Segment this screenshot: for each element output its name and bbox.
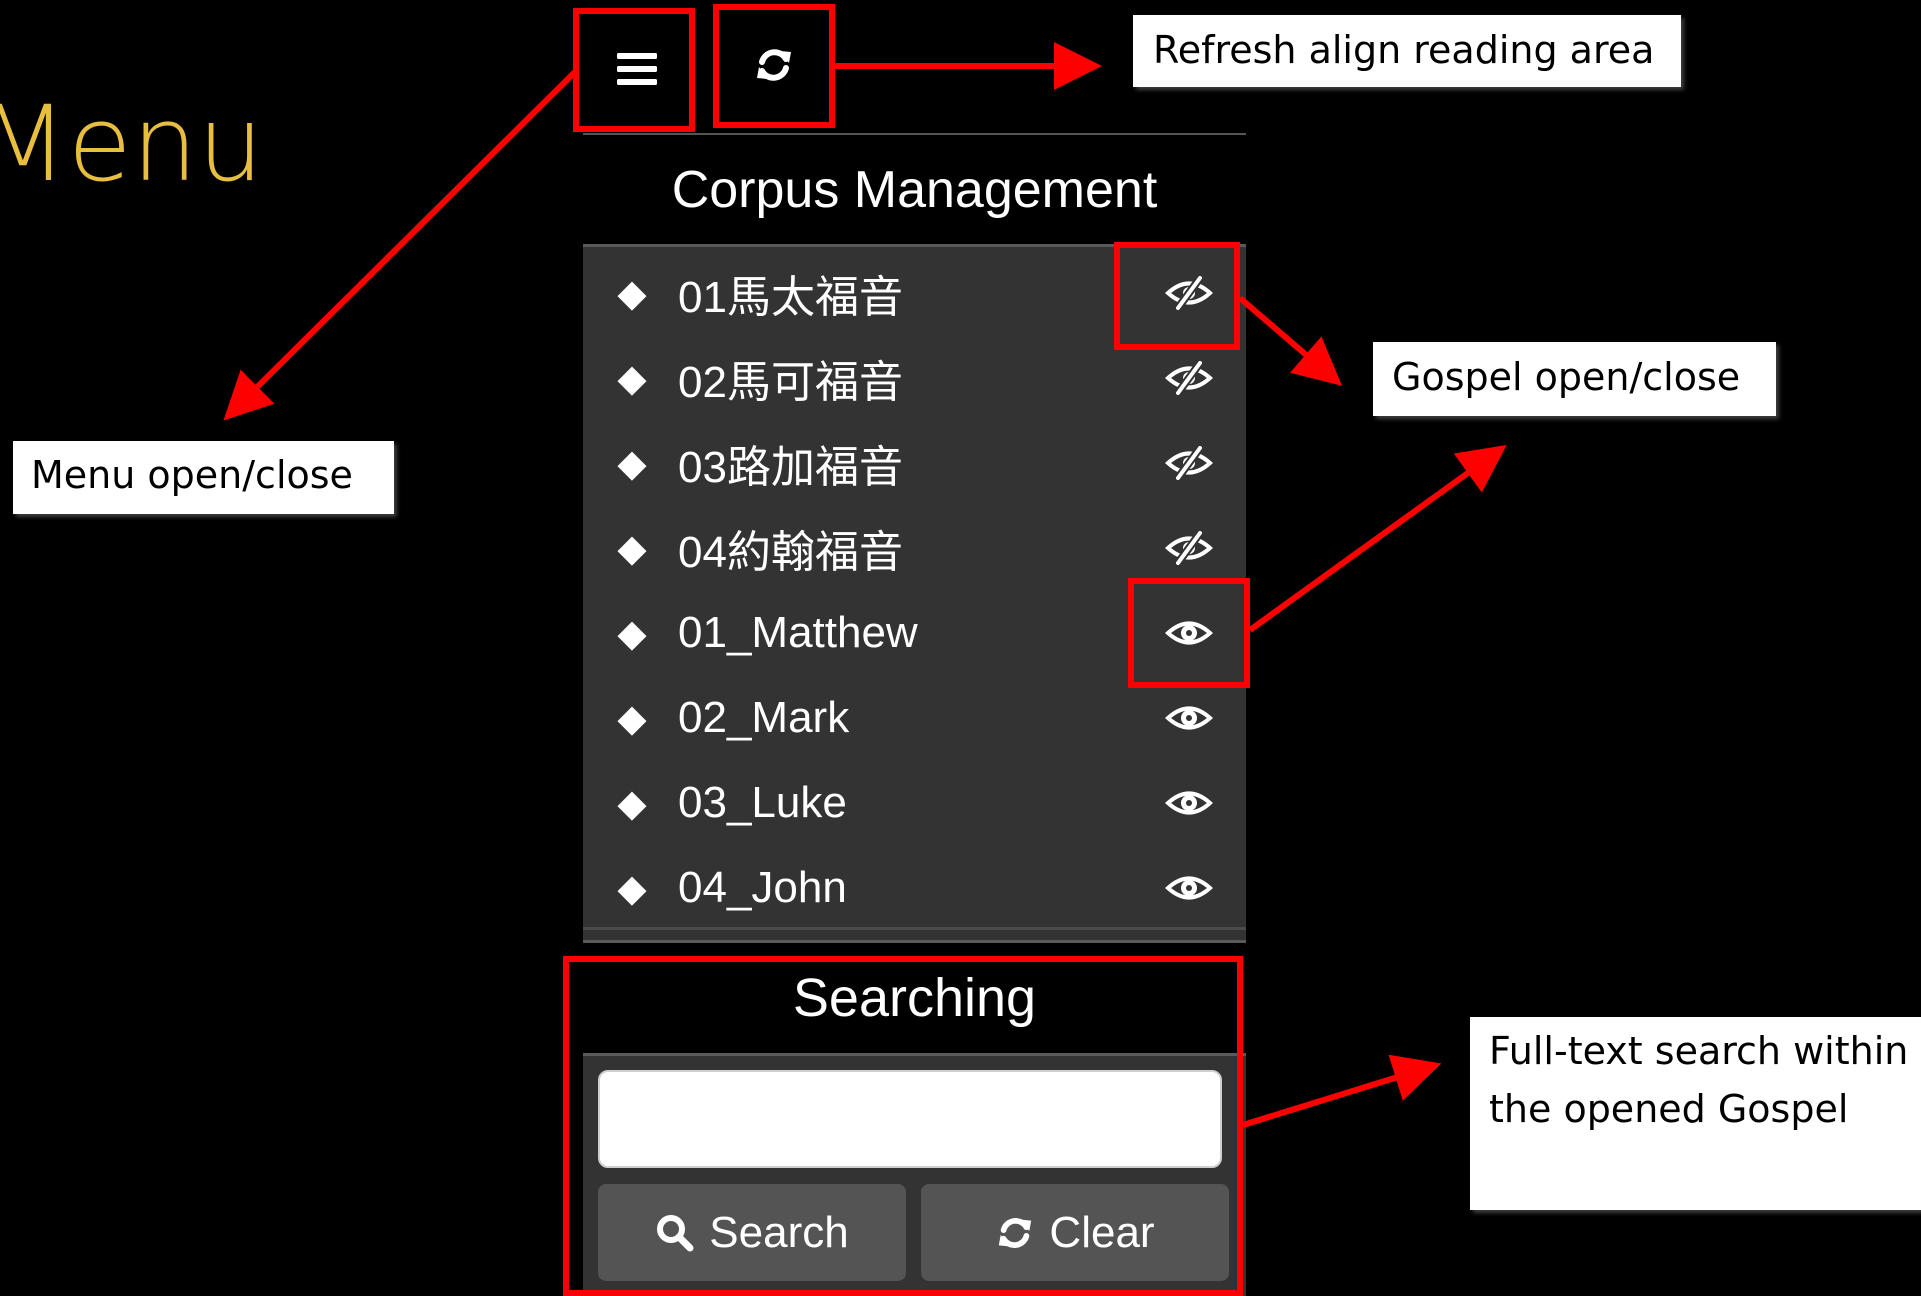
- refresh-callout: Refresh align reading area: [1133, 15, 1681, 87]
- eye-slash-icon[interactable]: [1164, 530, 1214, 565]
- arrow-gospel-2: [1248, 444, 1507, 633]
- corpus-item-label: 04約翰福音: [678, 527, 903, 577]
- diamond-bullet-icon: ◆: [617, 355, 647, 400]
- corpus-item-label: 02馬可福音: [678, 357, 903, 407]
- eye-highlight-box: [1128, 578, 1250, 688]
- diamond-bullet-icon: ◆: [617, 270, 647, 315]
- arrow-fulltext: [1242, 1054, 1442, 1128]
- gospel-toggle-highlight-box: [1114, 242, 1240, 350]
- corpus-item-label: 01_Matthew: [678, 607, 918, 657]
- fulltext-callout: Full-text search within the opened Gospe…: [1470, 1017, 1921, 1210]
- eye-slash-icon[interactable]: [1164, 445, 1214, 480]
- arrow-gospel-1: [1238, 295, 1343, 386]
- eye-icon[interactable]: [1164, 701, 1214, 735]
- slide-title: Menu: [0, 83, 264, 205]
- list-item[interactable]: ◆ 04_John: [583, 845, 1246, 930]
- gospel-callout: Gospel open/close: [1373, 342, 1776, 416]
- diamond-bullet-icon: ◆: [617, 610, 647, 655]
- corpus-item-label: 04_John: [678, 862, 847, 912]
- corpus-item-label: 03路加福音: [678, 442, 903, 492]
- arrow-menu: [223, 67, 580, 421]
- refresh-highlight-box: [713, 4, 835, 128]
- list-item[interactable]: ◆ 03_Luke: [583, 760, 1246, 845]
- diamond-bullet-icon: ◆: [617, 695, 647, 740]
- corpus-item-label: 02_Mark: [678, 692, 850, 742]
- diamond-bullet-icon: ◆: [617, 525, 647, 570]
- eye-icon[interactable]: [1164, 871, 1214, 905]
- corpus-item-label: 01馬太福音: [678, 272, 903, 322]
- corpus-management-header: Corpus Management: [583, 133, 1246, 247]
- eye-icon[interactable]: [1164, 786, 1214, 820]
- diamond-bullet-icon: ◆: [617, 780, 647, 825]
- menu-callout: Menu open/close: [13, 441, 394, 514]
- list-item[interactable]: ◆ 03路加福音: [583, 420, 1246, 505]
- corpus-item-label: 03_Luke: [678, 777, 847, 827]
- diamond-bullet-icon: ◆: [617, 440, 647, 485]
- diamond-bullet-icon: ◆: [617, 865, 647, 910]
- eye-slash-icon[interactable]: [1164, 360, 1214, 395]
- menu-highlight-box: [573, 8, 695, 132]
- search-highlight-box: [563, 956, 1243, 1296]
